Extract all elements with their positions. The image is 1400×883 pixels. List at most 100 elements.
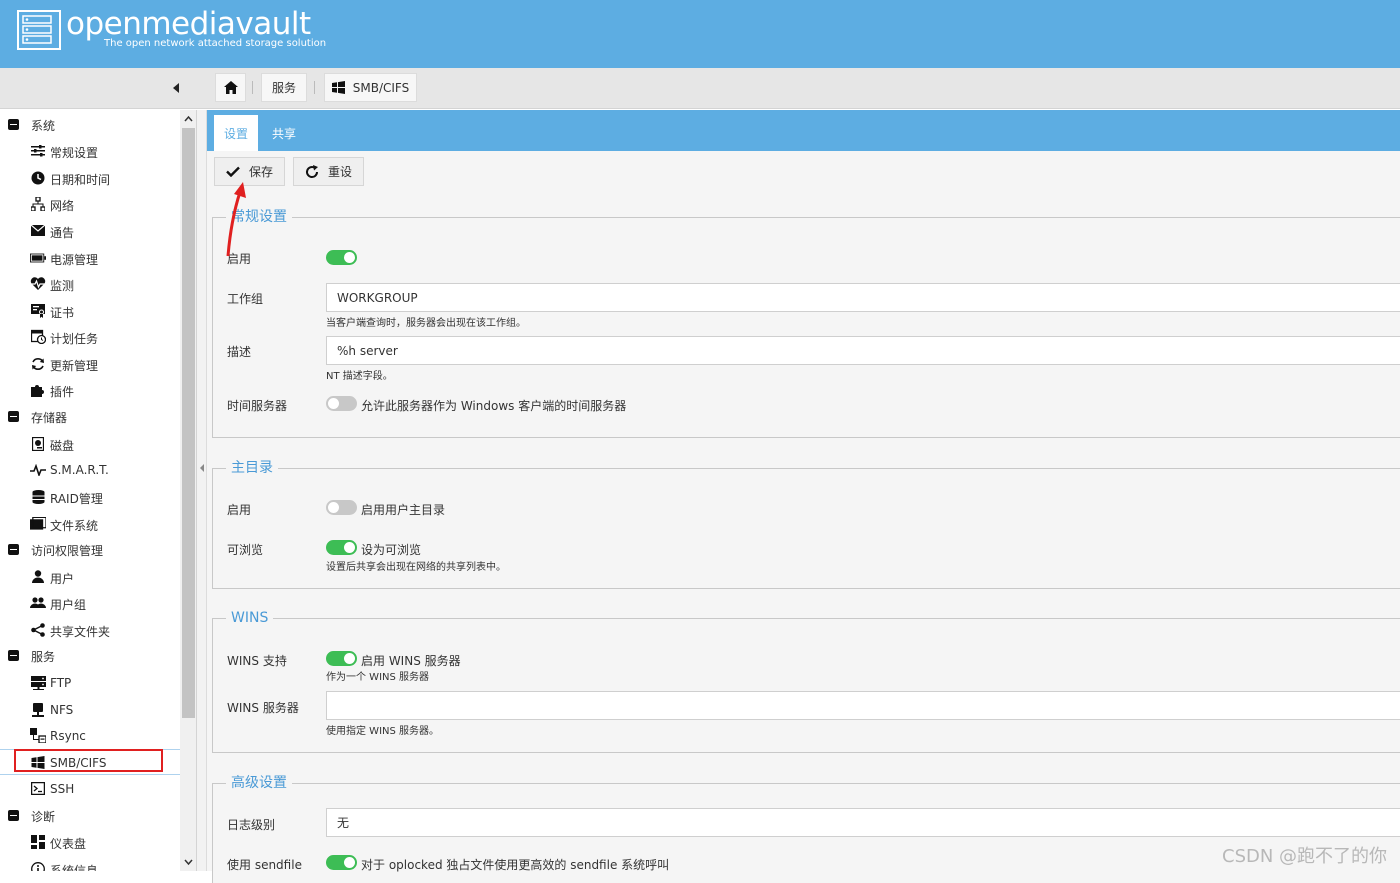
sidebar-item-groups[interactable]: 用户组 — [0, 589, 180, 615]
sidebar-item-system-info[interactable]: 系统信息 — [0, 855, 180, 871]
breadcrumb-home-button[interactable] — [215, 73, 246, 102]
sidebar-item-dashboard[interactable]: 仪表盘 — [0, 828, 180, 854]
collapse-minus-icon[interactable] — [8, 411, 19, 422]
sidebar-item-ssh[interactable]: SSH — [0, 775, 180, 801]
server-icon — [30, 675, 46, 690]
scroll-down-icon[interactable] — [184, 858, 193, 866]
sidebar-item-disks[interactable]: 磁盘 — [0, 430, 180, 456]
battery-icon — [30, 250, 46, 265]
breadcrumb-separator — [314, 81, 315, 94]
app-header: openmediavault The open network attached… — [0, 0, 1400, 68]
tab-shares[interactable]: 共享 — [263, 115, 305, 151]
breadcrumb-separator — [252, 81, 253, 94]
sidebar-item-plugins[interactable]: 插件 — [0, 376, 180, 402]
server-logo-icon — [17, 10, 61, 50]
wins-server-input[interactable] — [326, 691, 1400, 720]
sidebar-item-users[interactable]: 用户 — [0, 563, 180, 589]
browseable-toggle[interactable] — [326, 540, 357, 555]
collapse-minus-icon[interactable] — [8, 810, 19, 821]
enable-toggle[interactable] — [326, 250, 357, 265]
collapse-minus-icon[interactable] — [8, 650, 19, 661]
collapse-minus-icon[interactable] — [8, 119, 19, 130]
puzzle-icon — [30, 382, 46, 397]
sidebar-item-shared-folders[interactable]: 共享文件夹 — [0, 616, 180, 642]
nav-group-access-rights[interactable]: 访问权限管理 — [0, 536, 180, 562]
sidebar-item-scheduled-jobs[interactable]: 计划任务 — [0, 323, 180, 349]
clock-icon — [30, 170, 46, 185]
pulse-icon — [30, 462, 46, 477]
log-level-label: 日志级别 — [227, 818, 276, 832]
workgroup-hint: 当客户端查询时，服务器会出现在该工作组。 — [326, 318, 526, 329]
wins-support-toggle[interactable] — [326, 651, 357, 666]
sidebar-item-notification[interactable]: 通告 — [0, 217, 180, 243]
sidebar-item-raid[interactable]: RAID管理 — [0, 483, 180, 509]
sidebar-item-rsync[interactable]: Rsync — [0, 722, 180, 748]
scroll-up-icon[interactable] — [184, 115, 193, 123]
home-enable-text: 启用用户主目录 — [361, 503, 446, 517]
home-enable-toggle[interactable] — [326, 500, 357, 515]
panel-splitter[interactable] — [197, 110, 207, 871]
section-title-wins: WINS — [226, 609, 274, 627]
windows-icon — [331, 81, 345, 94]
breadcrumb-current-label: SMB/CIFS — [352, 80, 410, 95]
collapse-arrow-icon[interactable] — [199, 463, 205, 473]
database-icon — [30, 489, 46, 504]
section-title-advanced: 高级设置 — [226, 774, 292, 792]
app-tagline: The open network attached storage soluti… — [104, 38, 327, 49]
workgroup-input[interactable]: WORKGROUP — [326, 283, 1400, 312]
refresh-icon — [30, 356, 46, 371]
sidebar-item-date-time[interactable]: 日期和时间 — [0, 164, 180, 190]
time-server-text: 允许此服务器作为 Windows 客户端的时间服务器 — [361, 399, 627, 413]
wins-support-text: 启用 WINS 服务器 — [361, 654, 461, 668]
home-enable-label: 启用 — [227, 503, 252, 517]
description-input[interactable]: %h server — [326, 336, 1400, 365]
breadcrumb-current[interactable]: SMB/CIFS — [324, 73, 417, 102]
sidebar-item-nfs[interactable]: NFS — [0, 696, 180, 722]
wins-server-label: WINS 服务器 — [227, 701, 299, 715]
sidebar-item-network[interactable]: 网络 — [0, 190, 180, 216]
check-icon — [225, 164, 241, 180]
sidebar-item-power-management[interactable]: 电源管理 — [0, 244, 180, 270]
workgroup-label: 工作组 — [227, 292, 264, 306]
time-server-label: 时间服务器 — [227, 399, 288, 413]
sidebar-scrollbar-thumb[interactable] — [182, 128, 195, 718]
tab-settings[interactable]: 设置 — [214, 115, 258, 151]
red-highlight-box — [14, 749, 163, 772]
breadcrumb-services[interactable]: 服务 — [261, 73, 307, 102]
home-icon — [223, 81, 238, 94]
description-label: 描述 — [227, 345, 252, 359]
nfs-icon — [30, 702, 46, 717]
browseable-text: 设为可浏览 — [361, 543, 422, 557]
sidebar-item-certificates[interactable]: 证书 — [0, 297, 180, 323]
dashboard-icon — [30, 834, 46, 849]
collapse-minus-icon[interactable] — [8, 544, 19, 555]
share-icon — [30, 622, 46, 637]
wins-server-hint: 使用指定 WINS 服务器。 — [326, 726, 440, 737]
sliders-icon — [30, 143, 46, 158]
wins-support-hint: 作为一个 WINS 服务器 — [326, 672, 430, 683]
sendfile-toggle[interactable] — [326, 855, 357, 870]
sidebar-item-ftp[interactable]: FTP — [0, 669, 180, 695]
sidebar-item-monitoring[interactable]: 监测 — [0, 270, 180, 296]
reset-button[interactable]: 重设 — [293, 157, 364, 186]
sidebar-item-general-settings[interactable]: 常规设置 — [0, 137, 180, 163]
info-icon — [30, 861, 46, 871]
log-level-select[interactable]: 无 — [326, 808, 1400, 837]
nav-group-diagnostics[interactable]: 诊断 — [0, 802, 180, 828]
description-hint: NT 描述字段。 — [326, 371, 393, 382]
collapse-sidebar-icon[interactable] — [171, 82, 181, 94]
network-icon — [30, 196, 46, 211]
browseable-label: 可浏览 — [227, 543, 264, 557]
certificate-icon — [30, 303, 46, 318]
sidebar-item-smart[interactable]: S.M.A.R.T. — [0, 456, 180, 482]
nav-group-system[interactable]: 系统 — [0, 111, 180, 137]
disk-icon — [30, 436, 46, 451]
browseable-hint: 设置后共享会出现在网络的共享列表中。 — [326, 562, 506, 573]
nav-group-services[interactable]: 服务 — [0, 642, 180, 668]
tab-bar: 设置 共享 — [207, 110, 1400, 151]
section-title-home: 主目录 — [226, 459, 278, 477]
time-server-toggle[interactable] — [326, 396, 357, 411]
sidebar-item-filesystems[interactable]: 文件系统 — [0, 510, 180, 536]
sidebar-item-update-management[interactable]: 更新管理 — [0, 350, 180, 376]
nav-group-storage[interactable]: 存储器 — [0, 403, 180, 429]
